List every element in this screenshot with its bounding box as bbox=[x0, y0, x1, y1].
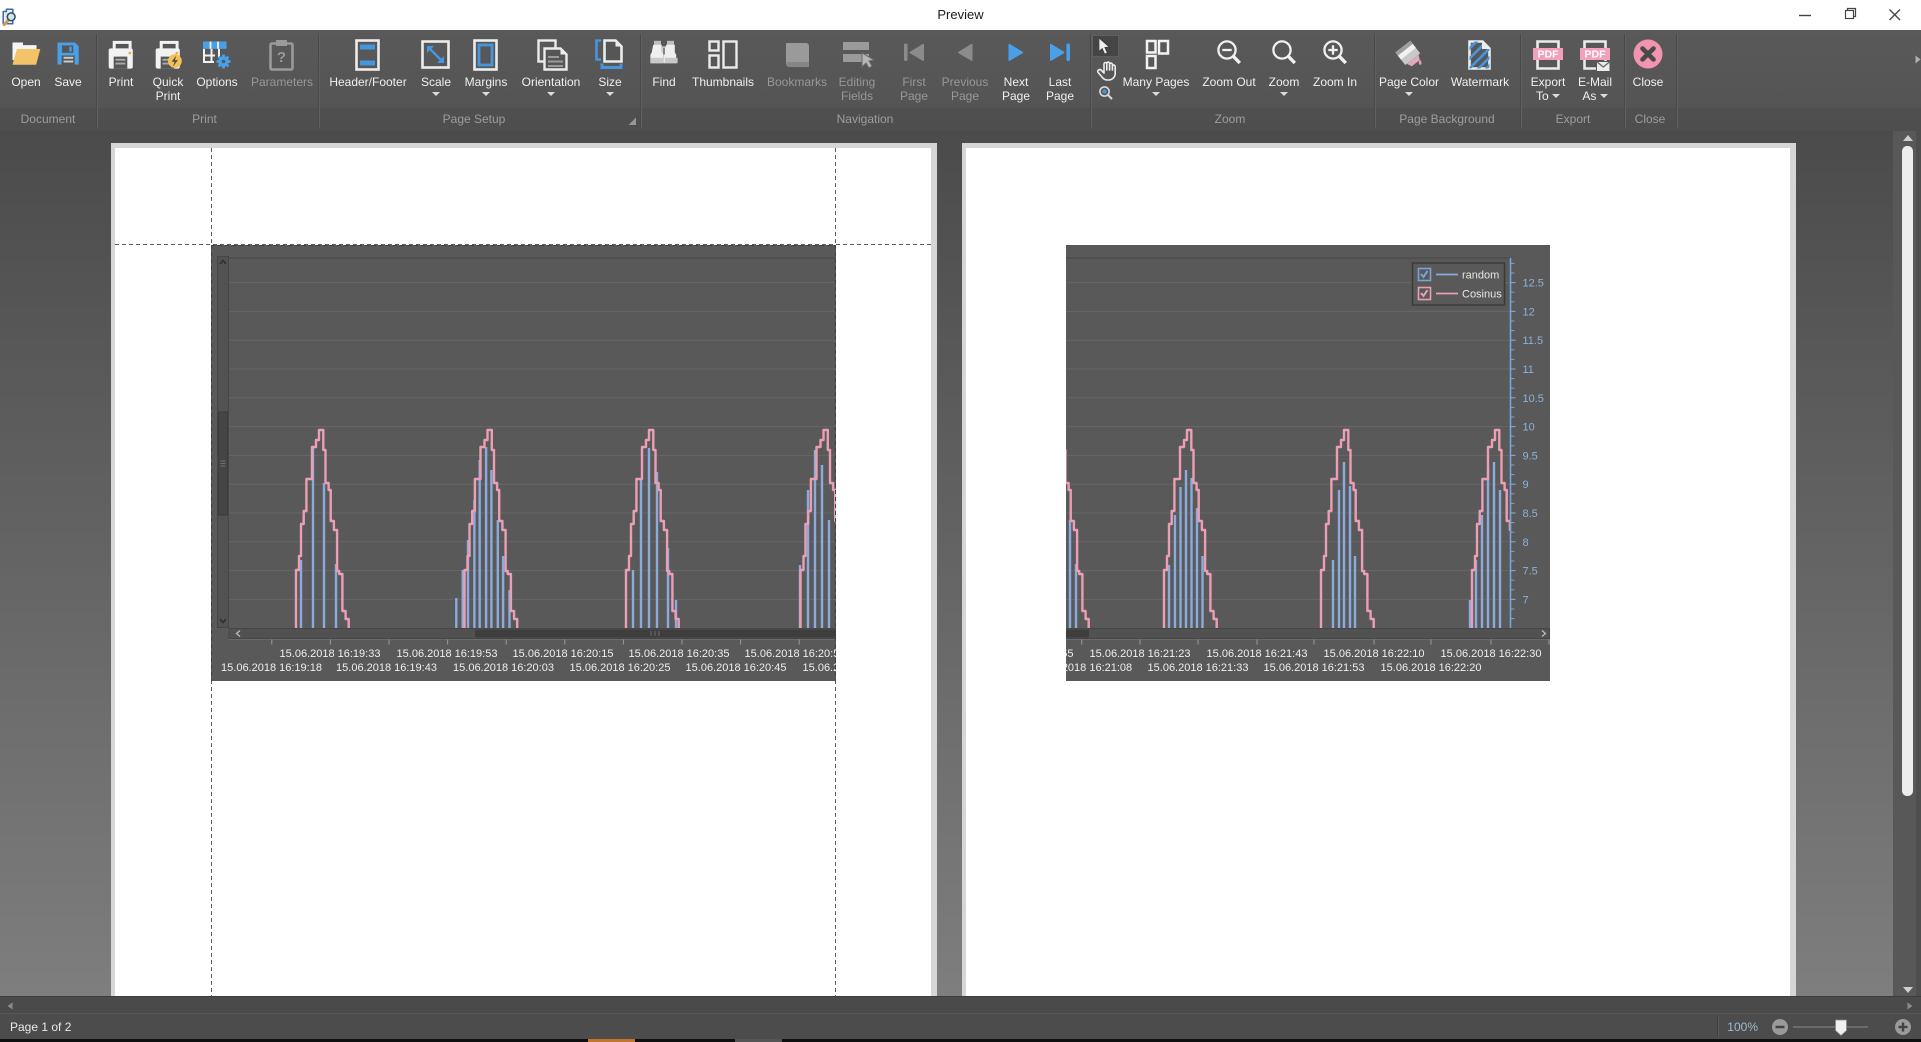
svg-text:8.5: 8.5 bbox=[1523, 508, 1538, 520]
svg-text:PDF: PDF bbox=[1585, 49, 1607, 61]
svg-text:15.06.2018 16:22:20: 15.06.2018 16:22:20 bbox=[1381, 662, 1482, 674]
svg-text:15.06.2018 16:20:03: 15.06.2018 16:20:03 bbox=[453, 662, 554, 674]
svg-text:15.06.2018 16:22:10: 15.06.2018 16:22:10 bbox=[1324, 648, 1425, 660]
svg-text:15.06.2018 16:20:55: 15.06.2018 16:20:55 bbox=[1066, 648, 1073, 660]
svg-text:10: 10 bbox=[1523, 422, 1535, 434]
svg-text:15.06.2018 16:21:08: 15.06.2018 16:21:08 bbox=[803, 662, 836, 674]
svg-text:15.06.2018 16:21:53: 15.06.2018 16:21:53 bbox=[1264, 662, 1365, 674]
svg-text:15.06.2018 16:20:55: 15.06.2018 16:20:55 bbox=[745, 648, 836, 660]
svg-text:15.06.2018 16:20:45: 15.06.2018 16:20:45 bbox=[686, 662, 787, 674]
svg-text:7: 7 bbox=[1523, 594, 1529, 606]
svg-text:11.5: 11.5 bbox=[1523, 335, 1544, 347]
svg-text:15.06.2018 16:19:43: 15.06.2018 16:19:43 bbox=[336, 662, 437, 674]
svg-text:Cosinus: Cosinus bbox=[1462, 289, 1502, 301]
svg-text:8: 8 bbox=[1523, 537, 1529, 549]
svg-text:random: random bbox=[1462, 270, 1499, 282]
svg-text:15.06.2018 16:20:25: 15.06.2018 16:20:25 bbox=[570, 662, 671, 674]
svg-text:15.06.2018 16:21:33: 15.06.2018 16:21:33 bbox=[1148, 662, 1249, 674]
svg-text:12: 12 bbox=[1523, 306, 1535, 318]
svg-text:12.5: 12.5 bbox=[1523, 278, 1544, 290]
svg-text:9.5: 9.5 bbox=[1523, 450, 1538, 462]
svg-text:15.06.2018 16:20:35: 15.06.2018 16:20:35 bbox=[629, 648, 730, 660]
svg-text:15.06.2018 16:21:23: 15.06.2018 16:21:23 bbox=[1090, 648, 1191, 660]
svg-text:10.5: 10.5 bbox=[1523, 393, 1544, 405]
svg-text:15.06.2018 16:19:18: 15.06.2018 16:19:18 bbox=[221, 662, 322, 674]
svg-text:7.5: 7.5 bbox=[1523, 566, 1538, 578]
svg-text:15.06.2018 16:19:33: 15.06.2018 16:19:33 bbox=[280, 648, 381, 660]
svg-text:9: 9 bbox=[1523, 479, 1529, 491]
svg-text:15.06.2018 16:19:53: 15.06.2018 16:19:53 bbox=[397, 648, 498, 660]
svg-text:11: 11 bbox=[1523, 364, 1534, 376]
svg-text:15.06.2018 16:20:15: 15.06.2018 16:20:15 bbox=[513, 648, 614, 660]
svg-text:15.06.2018 16:21:08: 15.06.2018 16:21:08 bbox=[1066, 662, 1132, 674]
svg-text:PDF: PDF bbox=[1538, 49, 1560, 61]
svg-text:15.06.2018 16:22:30: 15.06.2018 16:22:30 bbox=[1441, 648, 1542, 660]
svg-text:15.06.2018 16:21:43: 15.06.2018 16:21:43 bbox=[1207, 648, 1308, 660]
svg-text:?: ? bbox=[277, 49, 286, 66]
